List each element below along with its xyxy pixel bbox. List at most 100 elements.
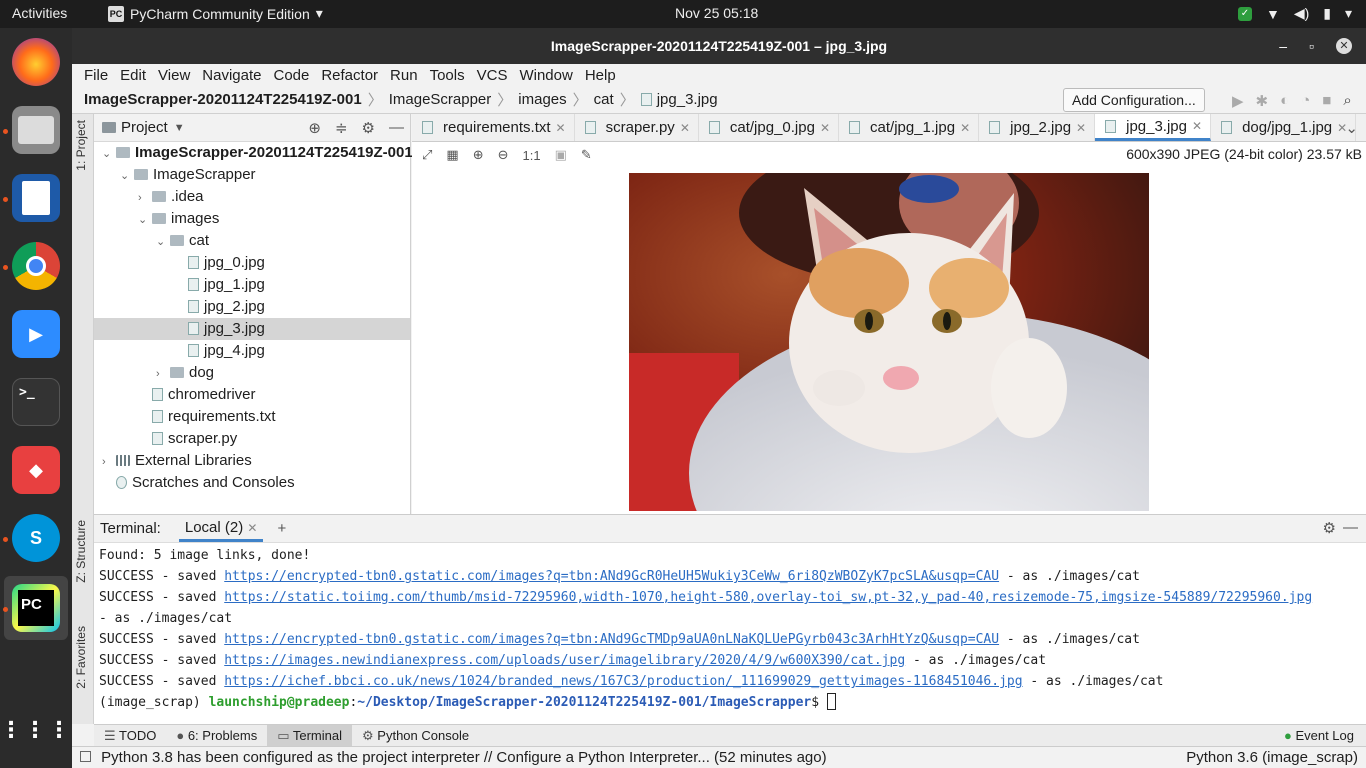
menu-vcs[interactable]: VCS — [471, 67, 514, 84]
close-tab-icon[interactable]: ✕ — [247, 521, 257, 535]
tool-window-3[interactable]: ▭ Terminal — [267, 724, 352, 747]
libreoffice-writer-icon[interactable] — [12, 174, 60, 222]
color-picker-icon[interactable]: ✎ — [581, 147, 592, 163]
breadcrumb-item[interactable]: cat — [594, 91, 614, 108]
actual-size-button[interactable]: 1:1 — [523, 148, 541, 163]
terminal-link[interactable]: https://ichef.bbci.co.uk/news/1024/brand… — [224, 674, 1022, 689]
tree-folder-row[interactable]: › dog — [94, 362, 410, 384]
shield-check-icon[interactable]: ✓ — [1237, 6, 1252, 21]
status-toggle-icon[interactable] — [80, 751, 91, 762]
close-tab-icon[interactable]: ✕ — [1076, 121, 1086, 135]
battery-icon[interactable]: ▮ — [1323, 5, 1331, 22]
chevron-down-icon[interactable]: ▼ — [174, 122, 185, 134]
editor-tab[interactable]: scraper.py ✕ — [575, 114, 699, 141]
hide-icon[interactable]: — — [1343, 519, 1358, 536]
tree-file-row[interactable]: jpg_0.jpg — [94, 252, 410, 274]
locate-icon[interactable]: ⊕ — [308, 119, 321, 137]
chrome-icon[interactable] — [12, 242, 60, 290]
terminal-link[interactable]: https://encrypted-tbn0.gstatic.com/image… — [224, 632, 999, 647]
terminal-link[interactable]: https://encrypted-tbn0.gstatic.com/image… — [224, 569, 999, 584]
menu-window[interactable]: Window — [513, 67, 578, 84]
menu-refactor[interactable]: Refactor — [315, 67, 384, 84]
gear-icon[interactable]: ⚙ — [362, 119, 375, 137]
tree-folder-row[interactable]: ⌄ images — [94, 208, 410, 230]
grid-icon[interactable]: ▦ — [446, 147, 458, 163]
chevron-down-icon[interactable]: ⌄ — [138, 209, 152, 231]
debug-icon[interactable]: ✱ — [1256, 92, 1269, 110]
tabs-overflow-icon[interactable]: ⌄ — [1345, 119, 1358, 137]
tool-window-2[interactable]: ● 6: Problems — [166, 725, 267, 747]
editor-tab[interactable]: jpg_3.jpg ✕ — [1095, 114, 1212, 141]
gear-icon[interactable]: ⚙ — [1323, 519, 1336, 537]
chessboard-icon[interactable]: ▣ — [555, 147, 567, 163]
editor-tab[interactable]: jpg_2.jpg ✕ — [979, 114, 1096, 141]
add-configuration-button[interactable]: Add Configuration... — [1063, 88, 1205, 112]
favorites-tool-tab[interactable]: 2: Favorites — [74, 626, 88, 689]
tree-folder-row[interactable]: › .idea — [94, 186, 410, 208]
menu-edit[interactable]: Edit — [114, 67, 152, 84]
app-menu[interactable]: PC PyCharm Community Edition ▾ — [108, 5, 323, 22]
search-everywhere-icon[interactable]: ⌕ — [1343, 92, 1351, 110]
run-icon[interactable]: ▶ — [1232, 92, 1244, 110]
menu-tools[interactable]: Tools — [424, 67, 471, 84]
terminal-link[interactable]: https://static.toiimg.com/thumb/msid-722… — [224, 590, 1312, 605]
menu-run[interactable]: Run — [384, 67, 424, 84]
zoom-icon[interactable]: ▶ — [12, 310, 60, 358]
wifi-icon[interactable]: ▼ — [1266, 6, 1280, 22]
stop-icon[interactable]: ■ — [1322, 92, 1331, 110]
close-icon[interactable]: ✕ — [1336, 38, 1352, 54]
zoom-out-icon[interactable]: ⊖ — [498, 147, 509, 163]
hide-icon[interactable]: — — [389, 119, 404, 137]
terminal-link[interactable]: https://images.newindianexpress.com/uplo… — [224, 653, 905, 668]
close-tab-icon[interactable]: ✕ — [556, 121, 566, 135]
minimize-icon[interactable]: – — [1279, 28, 1287, 64]
chevron-down-icon[interactable]: ⌄ — [120, 165, 134, 187]
profile-icon[interactable]: ◔ — [1301, 92, 1310, 110]
editor-tab[interactable]: cat/jpg_1.jpg ✕ — [839, 114, 980, 141]
skype-icon[interactable]: S — [12, 514, 60, 562]
breadcrumb-item[interactable]: images — [518, 91, 566, 108]
terminal-output[interactable]: Found: 5 image links, done! SUCCESS - sav… — [94, 543, 1366, 715]
structure-tool-tab[interactable]: Z: Structure — [74, 520, 88, 583]
power-icon[interactable]: ▾ — [1345, 5, 1352, 22]
event-log-button[interactable]: ● Event Log — [1284, 728, 1354, 743]
chevron-down-icon[interactable]: ⌄ — [156, 231, 170, 253]
files-icon[interactable] — [12, 106, 60, 154]
chevron-right-icon[interactable]: › — [156, 363, 170, 385]
chevron-right-icon[interactable]: › — [102, 451, 116, 473]
new-terminal-icon[interactable]: + — [277, 520, 286, 537]
menu-view[interactable]: View — [152, 67, 196, 84]
tree-file-row[interactable]: › External Libraries — [94, 450, 410, 472]
menu-file[interactable]: File — [78, 67, 114, 84]
tree-file-row[interactable]: chromedriver — [94, 384, 410, 406]
chevron-right-icon[interactable]: › — [138, 187, 152, 209]
tree-file-row[interactable]: requirements.txt — [94, 406, 410, 428]
close-tab-icon[interactable]: ✕ — [820, 121, 830, 135]
menu-code[interactable]: Code — [267, 67, 315, 84]
activities-button[interactable]: Activities — [12, 5, 67, 21]
tree-folder-row[interactable]: ⌄ ImageScrapper-20201124T225419Z-001 — [94, 142, 413, 165]
terminal-tab-local[interactable]: Local (2) ✕ — [178, 516, 264, 542]
close-tab-icon[interactable]: ✕ — [960, 121, 970, 135]
maximize-icon[interactable]: ▫ — [1309, 28, 1314, 64]
terminal-prompt[interactable]: (image_scrap) launchship@pradeep:~/Deskt… — [99, 692, 1361, 713]
tree-file-row[interactable]: Scratches and Consoles — [94, 472, 410, 494]
breadcrumb-root[interactable]: ImageScrapper-20201124T225419Z-001 — [84, 91, 362, 108]
tree-folder-row[interactable]: ⌄ ImageScrapper — [94, 164, 410, 186]
tree-folder-row[interactable]: ⌄ cat — [94, 230, 410, 252]
menu-help[interactable]: Help — [579, 67, 622, 84]
editor-tab[interactable]: dog/jpg_1.jpg ✕ — [1211, 114, 1357, 141]
close-tab-icon[interactable]: ✕ — [1192, 119, 1202, 133]
pycharm-dock-icon[interactable]: PC — [12, 584, 60, 632]
project-tool-tab[interactable]: 1: Project — [74, 120, 88, 171]
tool-window-1[interactable]: ☰ TODO — [94, 725, 166, 747]
tree-file-row[interactable]: jpg_1.jpg — [94, 274, 410, 296]
terminal-icon[interactable]: >_ — [12, 378, 60, 426]
status-message[interactable]: Python 3.8 has been configured as the pr… — [101, 749, 826, 766]
volume-icon[interactable]: ◀) — [1294, 5, 1309, 22]
chevron-down-icon[interactable]: ⌄ — [102, 143, 116, 165]
close-tab-icon[interactable]: ✕ — [680, 121, 690, 135]
editor-tab[interactable]: requirements.txt ✕ — [412, 114, 575, 141]
window-titlebar[interactable]: ImageScrapper-20201124T225419Z-001 – jpg… — [72, 28, 1366, 64]
breadcrumb-item[interactable]: jpg_3.jpg — [657, 91, 718, 108]
